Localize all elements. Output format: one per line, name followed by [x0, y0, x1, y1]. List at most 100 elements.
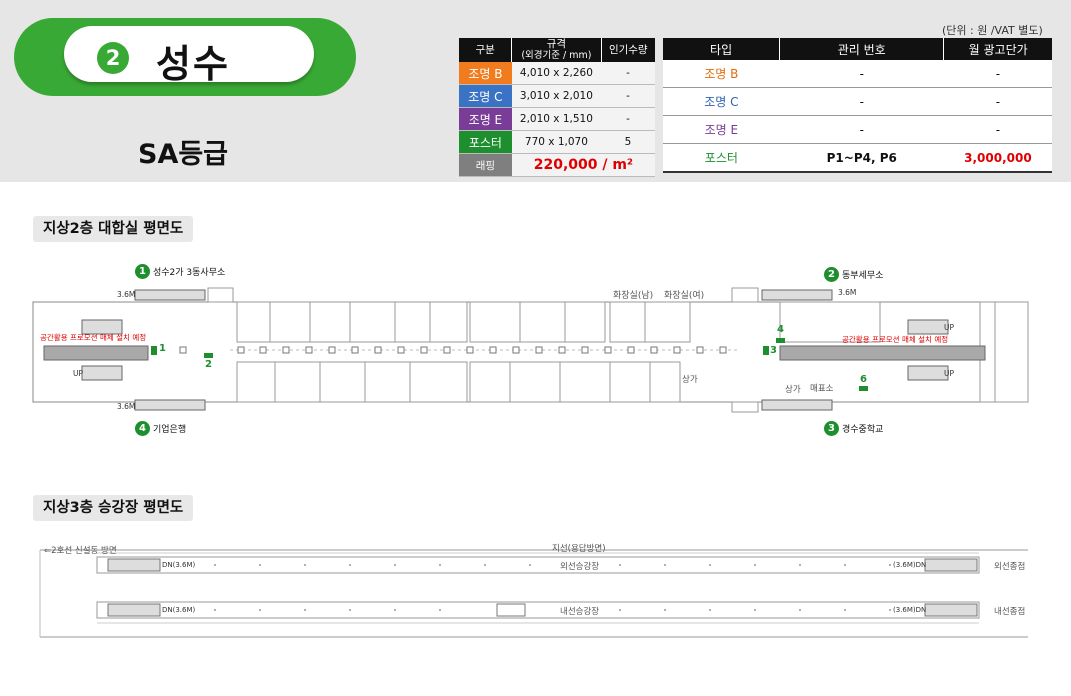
inner-end-label: 내선종점: [994, 607, 1026, 617]
promo-area-right: [779, 345, 986, 361]
dn-label: (3.6M)DN: [893, 561, 927, 569]
exit-3: 3 경수중학교: [824, 421, 883, 436]
poster-marker-6: [859, 386, 868, 391]
spec-qty: -: [601, 62, 655, 85]
escalator-right-up: [907, 365, 949, 381]
ad-id: -: [779, 60, 944, 88]
escalator-size-label: 3.6M: [117, 290, 136, 299]
escalator-bottom-right: [761, 399, 833, 411]
escalator-size-label: 3.6M: [117, 402, 136, 411]
spec-row: 조명 E 2,010 x 1,510 -: [459, 107, 655, 131]
spec-header-qty: 인기수량: [600, 38, 655, 62]
poster-label-3: 3: [770, 345, 777, 356]
inner-platform-track: [96, 601, 980, 619]
spec-header-size-sub: (외경기준 / mm): [521, 50, 592, 61]
dn-label: (3.6M)DN: [893, 606, 927, 614]
ad-header-id: 관리 번호: [779, 38, 944, 60]
station-number: 2: [97, 42, 129, 74]
promo-note-right: 공간활용 프로모션 매체 설치 예정: [842, 335, 949, 344]
promo-area-left: [43, 345, 149, 361]
station-grade: SA등급: [138, 139, 229, 170]
exit-label: 기업은행: [153, 425, 187, 435]
ad-row: 포스터 P1~P4, P6 3,000,000: [663, 143, 1052, 173]
floor3-title: 지상3층 승강장 평면도: [33, 495, 194, 521]
ad-header-price: 월 광고단가: [943, 38, 1052, 60]
spec-size: 4,010 x 2,260: [511, 62, 602, 85]
spec-qty: -: [601, 84, 655, 108]
spec-table: 구분 규격 (외경기준 / mm) 인기수량 조명 B 4,010 x 2,26…: [459, 38, 655, 177]
spec-size: 3,010 x 2,010: [511, 84, 602, 108]
direction-left: ⇐2호선 신설동 방면: [44, 546, 117, 556]
ad-type: 포스터: [663, 143, 780, 173]
outer-end-label: 외선종점: [994, 562, 1026, 572]
toilet-women-label: 화장실(여): [664, 291, 705, 301]
ad-id: P1~P4, P6: [779, 143, 944, 173]
exit-number: 2: [824, 267, 839, 282]
spec-header-size: 규격 (외경기준 / mm): [511, 38, 602, 62]
spec-type: 조명 E: [459, 107, 512, 131]
exit-number: 3: [824, 421, 839, 436]
up-label: UP: [73, 369, 84, 378]
ad-price: -: [943, 115, 1052, 144]
poster-label-2: 2: [205, 359, 212, 370]
price-row: 래핑 220,000 / m²: [459, 153, 655, 177]
shop-label: 상가: [682, 375, 698, 385]
poster-label-4: 4: [777, 324, 784, 335]
escalator-dn-outer-left: [107, 558, 161, 572]
ad-type: 조명 B: [663, 60, 780, 88]
escalator-left-up: [81, 365, 123, 381]
ad-type: 조명 C: [663, 87, 780, 116]
exit-2: 2 동부세무소: [824, 267, 883, 282]
ad-id: -: [779, 115, 944, 144]
outer-platform-label: 외선승강장: [560, 562, 600, 572]
escalator-right-mid: [907, 319, 949, 335]
ticket-office-label: 매표소: [810, 384, 834, 394]
ad-type: 조명 E: [663, 115, 780, 144]
inner-platform-label: 내선승강장: [560, 607, 600, 617]
poster-label-1: 1: [159, 343, 166, 354]
escalator-dn-outer-right: [924, 558, 978, 572]
escalator-size-label: 3.6M: [838, 288, 857, 297]
spec-header-size-label: 규격: [546, 38, 567, 50]
up-label: UP: [944, 323, 955, 332]
spec-row: 포스터 770 x 1,070 5: [459, 130, 655, 154]
direction-top: 지선(용답방면): [552, 544, 606, 554]
poster-label-6: 6: [860, 374, 867, 385]
ad-price: -: [943, 60, 1052, 88]
escalator-top-left: [134, 289, 206, 301]
escalator-bottom-left: [134, 399, 206, 411]
shop-label: 상가: [785, 385, 801, 395]
spec-header-type: 구분: [459, 38, 512, 62]
outer-platform-track: [96, 556, 980, 574]
poster-marker-1: [151, 346, 157, 355]
poster-marker-2: [204, 353, 213, 358]
price-label: 래핑: [459, 153, 512, 177]
spec-qty: -: [601, 107, 655, 131]
dn-label: DN(3.6M): [162, 606, 196, 614]
exit-label: 동부세무소: [842, 271, 884, 281]
ad-header-type: 타입: [663, 38, 780, 60]
spec-size: 770 x 1,070: [511, 130, 602, 154]
up-label: UP: [944, 369, 955, 378]
spec-size: 2,010 x 1,510: [511, 107, 602, 131]
exit-4: 4 기업은행: [135, 421, 186, 436]
ad-row: 조명 C - -: [663, 87, 1052, 116]
unit-note: (단위 : 원 /VAT 별도): [942, 24, 1043, 37]
exit-number: 1: [135, 264, 150, 279]
station-name: 성수: [156, 42, 230, 86]
exit-1: 1 성수2가 3동사무소: [135, 264, 225, 279]
poster-marker-3: [763, 346, 769, 355]
exit-number: 4: [135, 421, 150, 436]
spec-row: 조명 B 4,010 x 2,260 -: [459, 62, 655, 85]
ad-price: 3,000,000: [943, 143, 1052, 173]
station-badge: 2 성수: [14, 18, 356, 96]
escalator-top-right: [761, 289, 833, 301]
exit-label: 경수중학교: [842, 425, 884, 435]
spec-qty: 5: [601, 130, 655, 154]
floor2-title: 지상2층 대합실 평면도: [33, 216, 194, 242]
promo-note-left: 공간활용 프로모션 매체 설치 예정: [40, 333, 147, 342]
ad-row: 조명 B - -: [663, 60, 1052, 88]
price-value: 220,000 / m²: [511, 153, 655, 177]
ad-row: 조명 E - -: [663, 115, 1052, 144]
spec-type: 조명 C: [459, 84, 512, 108]
